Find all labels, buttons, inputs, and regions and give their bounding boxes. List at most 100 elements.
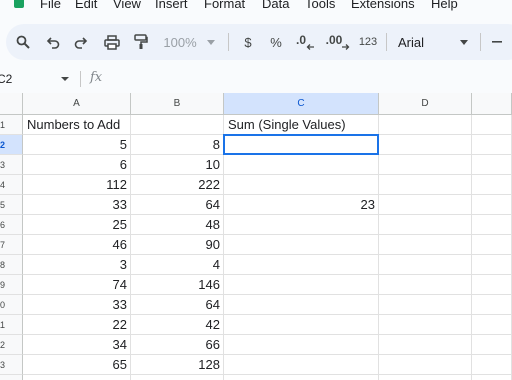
cell-b11[interactable]: 42 [131, 315, 224, 335]
row-header[interactable]: 2 [0, 135, 23, 155]
format-percent-button[interactable]: % [266, 24, 286, 60]
cell-d3[interactable] [379, 155, 472, 175]
cell-c6[interactable] [224, 215, 379, 235]
cell-b12[interactable]: 66 [131, 335, 224, 355]
cell-c8[interactable] [224, 255, 379, 275]
cell-filler[interactable] [472, 135, 512, 155]
cell-b8[interactable]: 4 [131, 255, 224, 275]
search-menus-button[interactable] [12, 24, 34, 60]
cell-a12[interactable]: 34 [23, 335, 131, 355]
cell-b6[interactable]: 48 [131, 215, 224, 235]
cell-a5[interactable]: 33 [23, 195, 131, 215]
cell-filler[interactable] [472, 315, 512, 335]
menu-help[interactable]: Help [431, 0, 458, 11]
column-header-a[interactable]: A [23, 93, 131, 115]
row-header[interactable]: 10 [0, 295, 23, 315]
zoom-dropdown[interactable] [202, 24, 220, 60]
cell-a13[interactable]: 65 [23, 355, 131, 375]
cell-b13[interactable]: 128 [131, 355, 224, 375]
cell-a9[interactable]: 74 [23, 275, 131, 295]
cell-d4[interactable] [379, 175, 472, 195]
row-header[interactable]: 9 [0, 275, 23, 295]
paint-format-button[interactable] [130, 24, 152, 60]
row-header[interactable]: 13 [0, 355, 23, 375]
cell-c2[interactable] [224, 135, 379, 155]
select-all-corner[interactable] [0, 93, 23, 115]
cell-d14[interactable] [379, 375, 472, 380]
cell-a4[interactable]: 112 [23, 175, 131, 195]
menu-insert[interactable]: Insert [155, 0, 188, 11]
cell-d6[interactable] [379, 215, 472, 235]
cell-d11[interactable] [379, 315, 472, 335]
cell-filler[interactable] [472, 275, 512, 295]
menu-file[interactable]: File [40, 0, 61, 11]
cell-b7[interactable]: 90 [131, 235, 224, 255]
cell-d8[interactable] [379, 255, 472, 275]
menu-edit[interactable]: Edit [75, 0, 97, 11]
cell-filler[interactable] [472, 235, 512, 255]
format-currency-button[interactable]: $ [238, 24, 258, 60]
cell-filler[interactable] [472, 335, 512, 355]
row-header[interactable]: 7 [0, 235, 23, 255]
cell-b3[interactable]: 10 [131, 155, 224, 175]
cell-d10[interactable] [379, 295, 472, 315]
decrease-font-size-button[interactable] [488, 24, 506, 60]
redo-button[interactable] [70, 24, 92, 60]
menu-tools[interactable]: Tools [305, 0, 335, 11]
cell-d12[interactable] [379, 335, 472, 355]
cell-b9[interactable]: 146 [131, 275, 224, 295]
spreadsheet-grid[interactable]: A B C D 1 Numbers to Add Sum (Single Values) 2 5… [0, 93, 512, 380]
cell-a1[interactable]: Numbers to Add [23, 115, 131, 135]
cell-d5[interactable] [379, 195, 472, 215]
cell-filler[interactable] [472, 295, 512, 315]
row-header[interactable]: 11 [0, 315, 23, 335]
row-header[interactable]: 1 [0, 115, 23, 135]
cell-b14[interactable] [131, 375, 224, 380]
cell-c13[interactable] [224, 355, 379, 375]
cell-filler[interactable] [472, 215, 512, 235]
column-header-b[interactable]: B [131, 93, 224, 115]
cell-b10[interactable]: 64 [131, 295, 224, 315]
cell-c7[interactable] [224, 235, 379, 255]
cell-c10[interactable] [224, 295, 379, 315]
cell-c1[interactable]: Sum (Single Values) [224, 115, 379, 135]
row-header[interactable]: 3 [0, 155, 23, 175]
row-header[interactable]: 4 [0, 175, 23, 195]
row-header[interactable]: 14 [0, 375, 23, 380]
menu-extensions[interactable]: Extensions [351, 0, 415, 11]
menu-view[interactable]: View [113, 0, 141, 11]
name-box[interactable]: C2 [0, 66, 76, 92]
cell-d1[interactable] [379, 115, 472, 135]
cell-a10[interactable]: 33 [23, 295, 131, 315]
sheets-logo-icon[interactable] [14, 0, 24, 8]
increase-decimal-button[interactable]: .00 [324, 24, 352, 60]
cell-a6[interactable]: 25 [23, 215, 131, 235]
cell-a7[interactable]: 46 [23, 235, 131, 255]
cell-d7[interactable] [379, 235, 472, 255]
cell-filler[interactable] [472, 175, 512, 195]
row-header[interactable]: 8 [0, 255, 23, 275]
cell-a11[interactable]: 22 [23, 315, 131, 335]
column-header-c[interactable]: C [224, 93, 379, 115]
cell-a3[interactable]: 6 [23, 155, 131, 175]
more-formats-button[interactable]: 123 [356, 24, 380, 60]
decrease-decimal-button[interactable]: .0 [292, 24, 318, 60]
cell-filler[interactable] [472, 195, 512, 215]
cell-c9[interactable] [224, 275, 379, 295]
cell-c5[interactable]: 23 [224, 195, 379, 215]
cell-a14[interactable] [23, 375, 131, 380]
cell-a8[interactable]: 3 [23, 255, 131, 275]
cell-c14[interactable] [224, 375, 379, 380]
cell-b1[interactable] [131, 115, 224, 135]
column-header-d[interactable]: D [379, 93, 472, 115]
cell-d9[interactable] [379, 275, 472, 295]
cell-b5[interactable]: 64 [131, 195, 224, 215]
menu-data[interactable]: Data [262, 0, 289, 11]
row-header[interactable]: 5 [0, 195, 23, 215]
cell-filler[interactable] [472, 355, 512, 375]
cell-d13[interactable] [379, 355, 472, 375]
row-header[interactable]: 12 [0, 335, 23, 355]
cell-c11[interactable] [224, 315, 379, 335]
cell-b2[interactable]: 8 [131, 135, 224, 155]
print-button[interactable] [100, 24, 124, 60]
